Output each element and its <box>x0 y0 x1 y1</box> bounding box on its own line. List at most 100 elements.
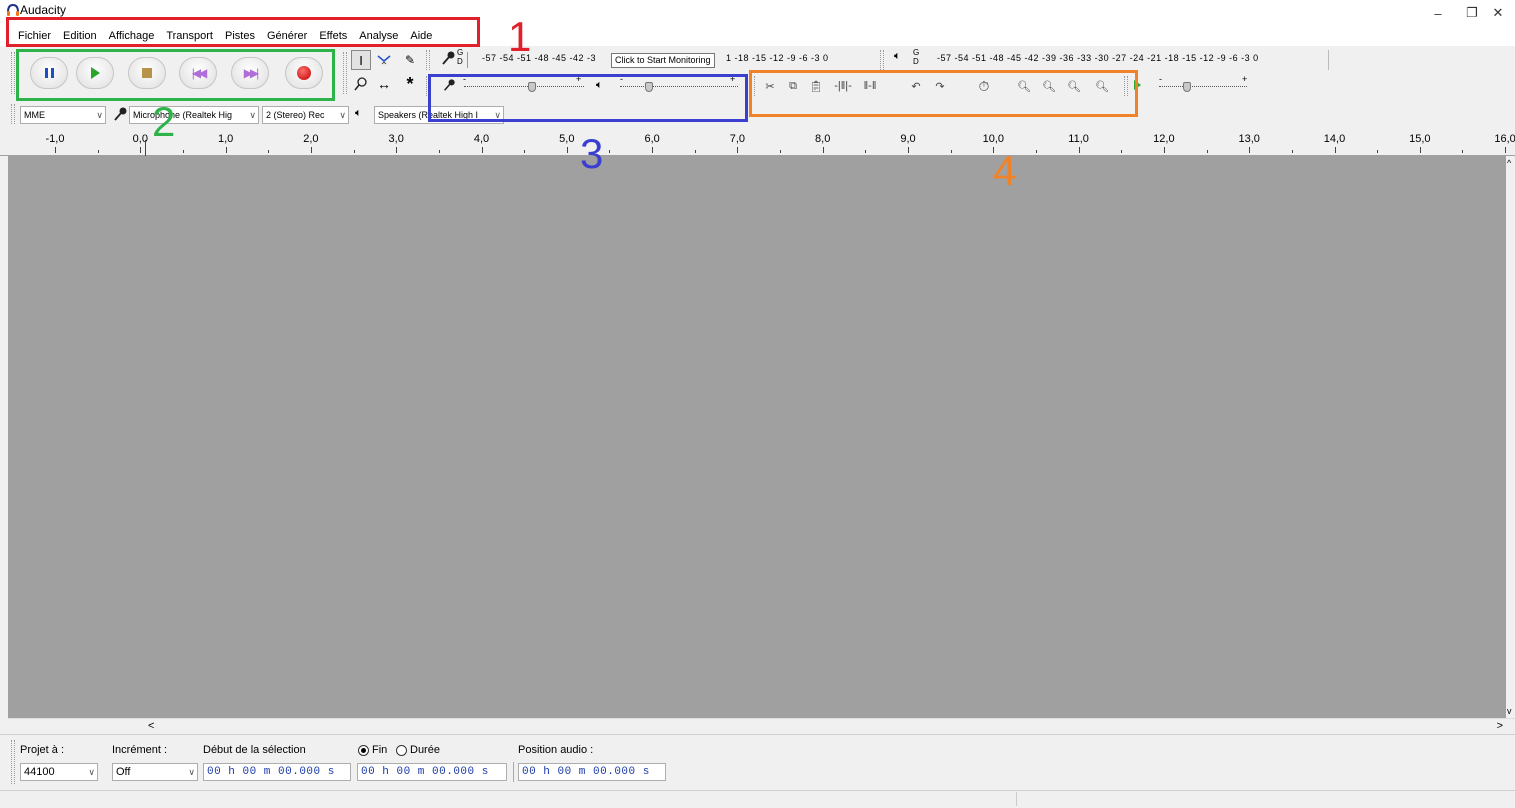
ruler-tick <box>396 147 398 153</box>
ruler-minor-tick <box>1121 150 1123 153</box>
draw-tool-button[interactable]: ✎ <box>400 50 420 70</box>
zoom-tool-button[interactable] <box>351 74 371 94</box>
selection-start-time[interactable]: 00 h 00 m 00.000 s <box>203 763 351 781</box>
ruler-minor-tick <box>865 150 867 153</box>
ruler-label: 16,0 <box>1494 133 1515 145</box>
ruler-tick <box>1163 147 1165 153</box>
speed-track[interactable] <box>1159 86 1247 87</box>
ruler-label: -1,0 <box>45 133 65 145</box>
asterisk-icon: * <box>406 73 414 94</box>
timeshift-tool-button[interactable]: ↔ <box>374 74 394 94</box>
ruler-label: 5,0 <box>559 133 575 145</box>
horizontal-scrollbar[interactable]: < > <box>8 718 1515 734</box>
duration-radio-label: Durée <box>410 744 440 756</box>
play-meter-grip[interactable] <box>880 50 884 70</box>
output-device-speaker-icon: 🔈︎ <box>355 107 362 119</box>
selection-start-label: Début de la sélection <box>203 744 306 756</box>
annotation-number-2: 2 <box>152 98 176 145</box>
audio-position-time[interactable]: 00 h 00 m 00.000 s <box>518 763 666 781</box>
i-beam-icon: I <box>359 52 363 68</box>
ruler-tick <box>1505 147 1507 153</box>
ruler-tick <box>652 147 654 153</box>
annotation-number-1: 1 <box>508 13 532 60</box>
ruler-tick <box>140 147 142 153</box>
annotation-number-4: 4 <box>993 147 1017 194</box>
envelope-tool-button[interactable] <box>374 50 394 70</box>
multi-tool-button[interactable]: * <box>400 74 420 94</box>
ruler-minor-tick <box>694 150 696 153</box>
audacity-window: Audacity – ❐ ✕ Fichier Edition Affichage Tr… <box>0 0 1515 808</box>
ruler-minor-tick <box>1291 150 1293 153</box>
close-button[interactable]: ✕ <box>1481 0 1515 26</box>
scroll-down-icon[interactable]: v <box>1507 706 1512 716</box>
double-arrow-icon: ↔ <box>377 76 391 92</box>
transport-grip[interactable] <box>11 52 15 94</box>
pencil-icon: ✎ <box>404 53 416 67</box>
magnifier-icon <box>354 77 367 91</box>
play-channel-d: D <box>913 57 919 66</box>
ruler-minor-tick <box>1206 150 1208 153</box>
track-panel[interactable] <box>8 156 1506 718</box>
end-radio-dot <box>361 748 366 753</box>
chevron-down-icon: ∨ <box>188 767 195 777</box>
minimize-button[interactable]: – <box>1421 0 1455 26</box>
device-grip[interactable] <box>11 104 15 124</box>
chevron-down-icon: ∨ <box>339 110 346 120</box>
ruler-minor-tick <box>1035 150 1037 153</box>
ruler-minor-tick <box>353 150 355 153</box>
vertical-scrollbar[interactable]: ^ v <box>1506 156 1515 718</box>
selection-grip[interactable] <box>11 740 15 784</box>
timeline-ruler[interactable]: -1,0 0,0 1,0 2,0 3,0 4,0 5,0 6,0 7,0 8,0 9,0 10,0 11… <box>0 130 1515 156</box>
record-channel-g: G <box>457 48 464 57</box>
ruler-minor-tick <box>609 150 611 153</box>
toolbar-separator <box>1328 50 1329 70</box>
duration-radio[interactable] <box>396 745 407 756</box>
audio-host-select[interactable]: MME ∨ <box>20 106 106 124</box>
recording-device-select[interactable]: Microphone (Realtek Hig ∨ <box>129 106 259 124</box>
ruler-tick <box>822 147 824 153</box>
speed-thumb[interactable] <box>1183 82 1191 92</box>
snap-select[interactable]: Off ∨ <box>112 763 198 781</box>
end-radio-label: Fin <box>372 744 388 756</box>
annotation-box-3 <box>428 74 748 122</box>
ruler-minor-tick <box>182 150 184 153</box>
ruler-tick <box>225 147 227 153</box>
ruler-minor-tick <box>780 150 782 153</box>
annotation-box-1 <box>6 17 480 47</box>
ruler-tick <box>1334 147 1336 153</box>
end-radio[interactable] <box>358 745 369 756</box>
ruler-tick <box>481 147 483 153</box>
ruler-tick <box>908 147 909 153</box>
project-rate-select[interactable]: 44100 ∨ <box>20 763 98 781</box>
selection-toolbar <box>0 734 1515 790</box>
microphone-icon <box>442 51 455 65</box>
selection-separator <box>513 762 514 782</box>
scroll-up-icon[interactable]: ^ <box>1507 158 1511 168</box>
play-head-marker <box>145 140 146 156</box>
annotation-box-2 <box>16 49 335 101</box>
audio-host-value: MME <box>24 110 45 120</box>
ruler-label: 4,0 <box>473 133 490 145</box>
ruler-tick <box>55 147 56 153</box>
chevron-down-icon: ∨ <box>96 110 103 120</box>
ruler-label: 14,0 <box>1323 133 1346 145</box>
tools-grip[interactable] <box>343 52 347 94</box>
ruler-label: 12,0 <box>1153 133 1175 145</box>
selection-tool-button[interactable]: I <box>351 50 371 70</box>
speed-plus: + <box>1242 74 1248 84</box>
ruler-label: 9,0 <box>900 133 916 145</box>
record-meter-scale[interactable]: -57 -54 -51 -48 -45 -42 -3 <box>482 53 597 73</box>
record-meter-grip[interactable] <box>426 50 430 70</box>
project-rate-label: Projet à : <box>20 744 65 756</box>
status-divider <box>1016 792 1017 806</box>
ruler-label: 15,0 <box>1409 133 1431 145</box>
scroll-left-icon[interactable]: < <box>148 720 154 732</box>
recording-channels-select[interactable]: 2 (Stereo) Rec ∨ <box>262 106 349 124</box>
selection-end-time[interactable]: 00 h 00 m 00.000 s <box>357 763 507 781</box>
ruler-label: 6,0 <box>644 133 660 145</box>
ruler-label: 11,0 <box>1068 133 1089 145</box>
annotation-box-4 <box>749 70 1138 117</box>
ruler-label: 1,0 <box>217 133 234 145</box>
monitoring-tooltip: Click to Start Monitoring <box>611 53 715 68</box>
scroll-right-icon[interactable]: > <box>1497 720 1503 732</box>
